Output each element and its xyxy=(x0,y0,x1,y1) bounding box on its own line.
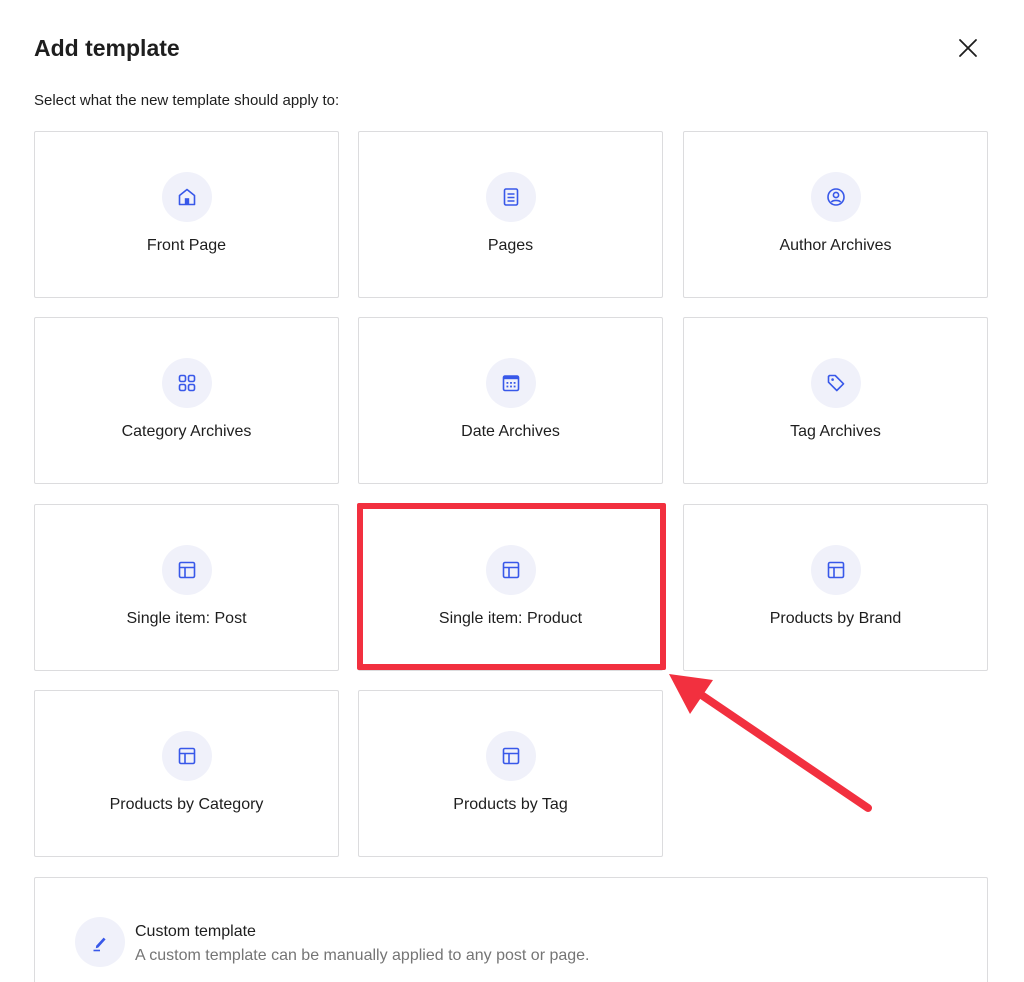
template-card-label: Date Archives xyxy=(461,423,560,440)
template-card-label: Front Page xyxy=(146,237,227,254)
category-icon xyxy=(178,374,196,392)
template-card-label: Category Archives xyxy=(121,423,252,440)
template-card-date-archives[interactable]: Date Archives xyxy=(358,317,663,484)
close-button[interactable] xyxy=(948,28,988,68)
layout-icon xyxy=(178,561,196,579)
template-card-label: Products by Category xyxy=(109,796,264,813)
custom-template-card[interactable]: Custom template A custom template can be… xyxy=(34,877,988,982)
page-icon xyxy=(503,188,519,206)
template-card-label: Pages xyxy=(487,237,534,254)
custom-template-description: A custom template can be manually applie… xyxy=(135,947,590,964)
template-card-tag-archives[interactable]: Tag Archives xyxy=(683,317,988,484)
custom-template-title: Custom template xyxy=(135,923,256,940)
template-card-label: Single item: Post xyxy=(126,610,247,627)
template-card-products-by-brand[interactable]: Products by Brand xyxy=(683,504,988,671)
layout-icon xyxy=(178,747,196,765)
template-card-label: Tag Archives xyxy=(790,423,881,440)
add-template-modal: Add template Select what the new templat… xyxy=(0,0,1024,982)
template-card-category-archives[interactable]: Category Archives xyxy=(34,317,339,484)
template-card-single-item-post[interactable]: Single item: Post xyxy=(34,504,339,671)
instructions-text: Select what the new template should appl… xyxy=(34,92,340,109)
layout-icon xyxy=(502,747,520,765)
template-card-products-by-category[interactable]: Products by Category xyxy=(34,690,339,857)
template-card-label: Products by Brand xyxy=(769,610,902,627)
template-card-label: Products by Tag xyxy=(453,796,568,813)
template-card-author-archives[interactable]: Author Archives xyxy=(683,131,988,298)
template-card-label: Single item: Product xyxy=(438,610,583,627)
pencil-icon xyxy=(93,937,106,952)
home-icon xyxy=(178,188,196,206)
calendar-icon xyxy=(502,375,520,392)
close-icon xyxy=(959,39,977,57)
template-card-products-by-tag[interactable]: Products by Tag xyxy=(358,690,663,857)
template-card-label: Author Archives xyxy=(779,237,892,254)
tag-icon xyxy=(827,374,845,392)
template-card-pages[interactable]: Pages xyxy=(358,131,663,298)
user-circle-icon xyxy=(827,188,845,206)
layout-icon xyxy=(827,561,845,579)
modal-title: Add template xyxy=(34,35,180,61)
template-card-single-item-product[interactable]: Single item: Product xyxy=(358,504,663,671)
layout-icon xyxy=(502,561,520,579)
template-card-front-page[interactable]: Front Page xyxy=(34,131,339,298)
